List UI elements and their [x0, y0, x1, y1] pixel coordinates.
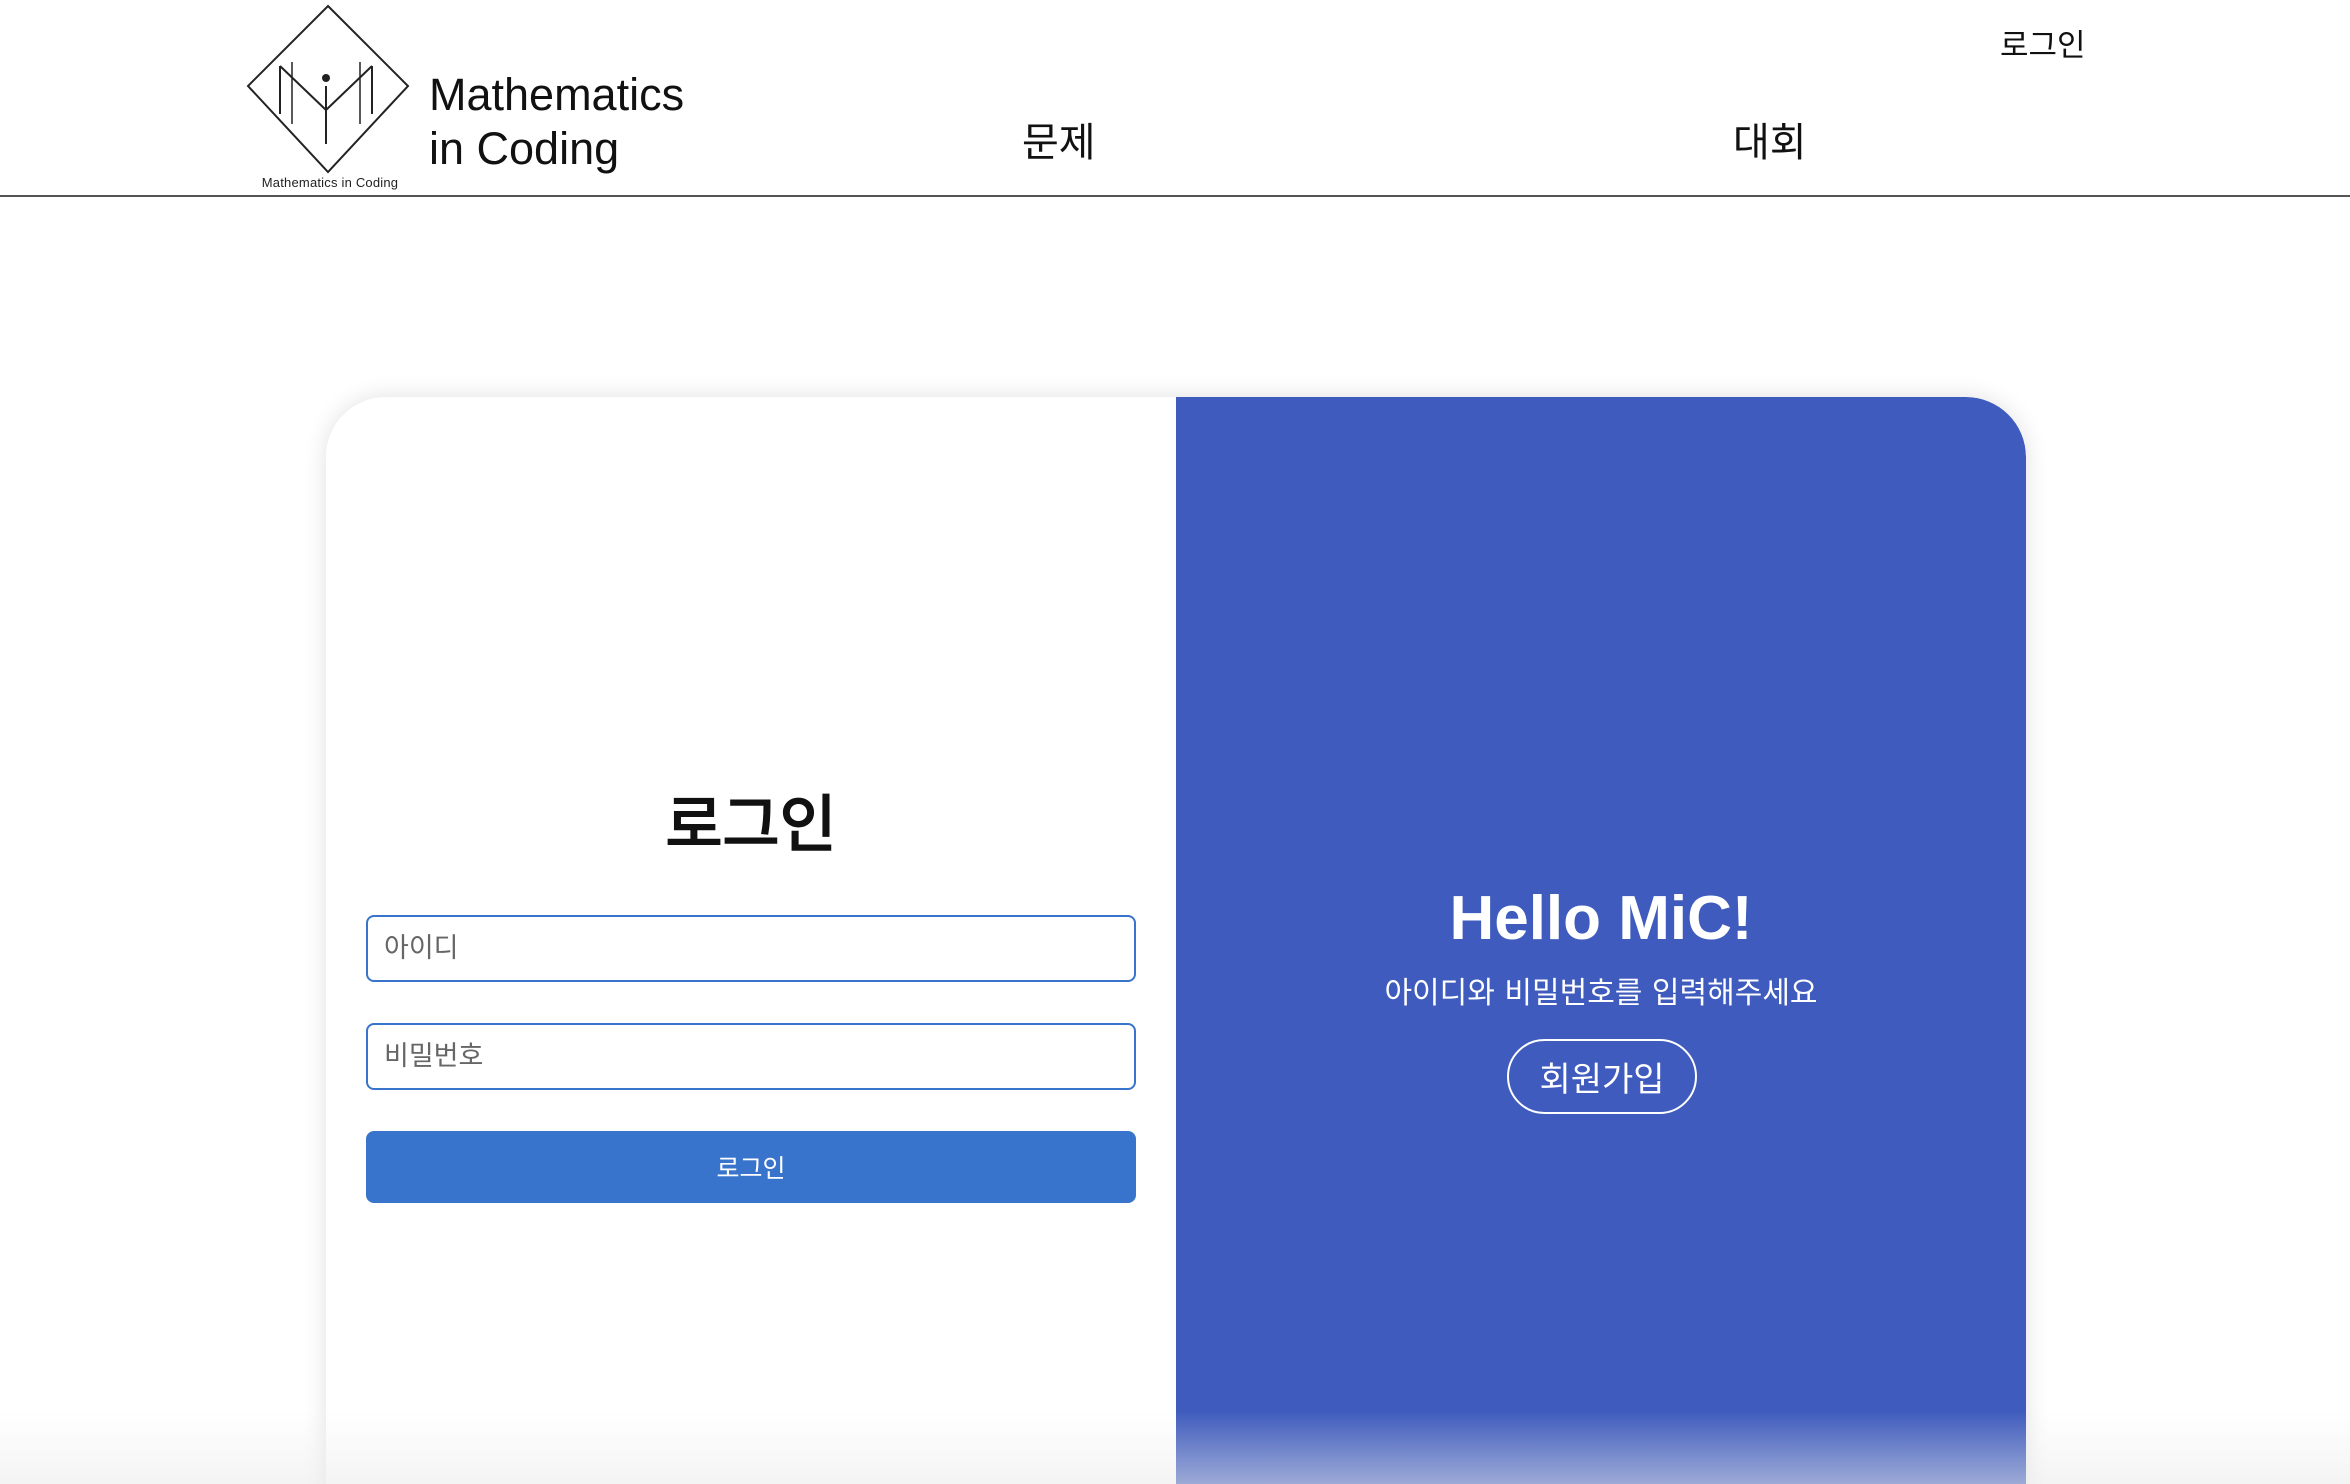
login-form-pane: 로그인 로그인	[326, 397, 1176, 1484]
welcome-pane: Hello MiC! 아이디와 비밀번호를 입력해주세요 회원가입	[1176, 397, 2026, 1484]
welcome-subtitle: 아이디와 비밀번호를 입력해주세요	[1384, 976, 1818, 1011]
brand-name[interactable]: Mathematics in Coding	[429, 68, 684, 176]
mic-logo-icon[interactable]	[246, 4, 414, 194]
login-submit-button[interactable]: 로그인	[366, 1131, 1136, 1203]
password-input[interactable]	[366, 1023, 1136, 1090]
nav-problems[interactable]: 문제	[1022, 118, 1096, 168]
signup-button[interactable]: 회원가입	[1507, 1039, 1697, 1114]
login-card: 로그인 로그인 Hello MiC! 아이디와 비밀번호를 입력해주세요 회원가…	[326, 397, 2026, 1484]
welcome-headline: Hello MiC!	[1449, 884, 1753, 953]
header-login-link[interactable]: 로그인	[2000, 26, 2086, 66]
brand-line-1: Mathematics	[429, 69, 685, 120]
brand-line-2: in Coding	[429, 123, 620, 174]
site-header: Mathematics in Coding Mathematics in Cod…	[0, 0, 2350, 197]
page: Mathematics in Coding Mathematics in Cod…	[0, 0, 2350, 1484]
logo-caption: Mathematics in Coding	[261, 175, 399, 190]
login-title: 로그인	[665, 788, 837, 861]
id-input[interactable]	[366, 915, 1136, 982]
nav-contest[interactable]: 대회	[1733, 118, 1807, 168]
